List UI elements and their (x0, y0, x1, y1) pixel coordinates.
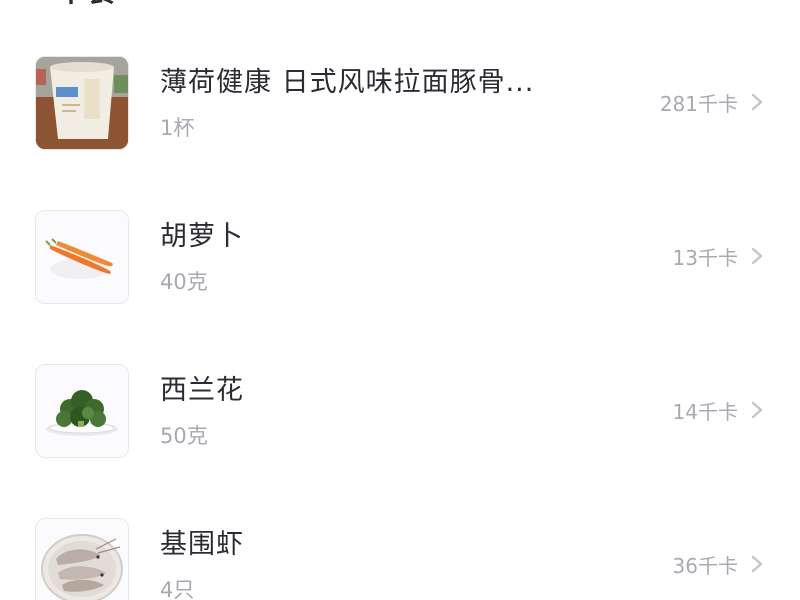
food-quantity: 4只 (160, 578, 195, 600)
food-item[interactable]: 西兰花 50克 14千卡 (0, 308, 800, 462)
carrot-image (35, 210, 129, 304)
instant-noodle-cup-image (35, 56, 129, 150)
food-name: 基围虾 (160, 529, 244, 560)
broccoli-image (35, 364, 129, 458)
diet-log-page: 午餐 薄荷健康 日式风味拉面豚骨... 1杯 281千卡 (0, 0, 800, 600)
food-calories: 281千卡 (659, 92, 738, 116)
food-name: 胡萝卜 (160, 221, 244, 252)
food-name: 西兰花 (160, 375, 244, 406)
food-name: 薄荷健康 日式风味拉面豚骨... (160, 67, 535, 98)
food-item[interactable]: 薄荷健康 日式风味拉面豚骨... 1杯 281千卡 (0, 0, 800, 154)
chevron-right-icon (751, 93, 763, 111)
food-item[interactable]: 基围虾 4只 36千卡 (0, 462, 800, 600)
food-quantity: 50克 (160, 424, 208, 448)
chevron-right-icon (751, 247, 763, 265)
food-quantity: 40克 (160, 270, 208, 294)
food-calories: 36千卡 (672, 554, 738, 578)
food-calories: 13千卡 (672, 246, 738, 270)
food-item[interactable]: 胡萝卜 40克 13千卡 (0, 154, 800, 308)
chevron-right-icon (751, 401, 763, 419)
food-quantity: 1杯 (160, 116, 195, 140)
food-calories: 14千卡 (672, 400, 738, 424)
chevron-right-icon (751, 555, 763, 573)
shrimp-image (35, 518, 129, 600)
